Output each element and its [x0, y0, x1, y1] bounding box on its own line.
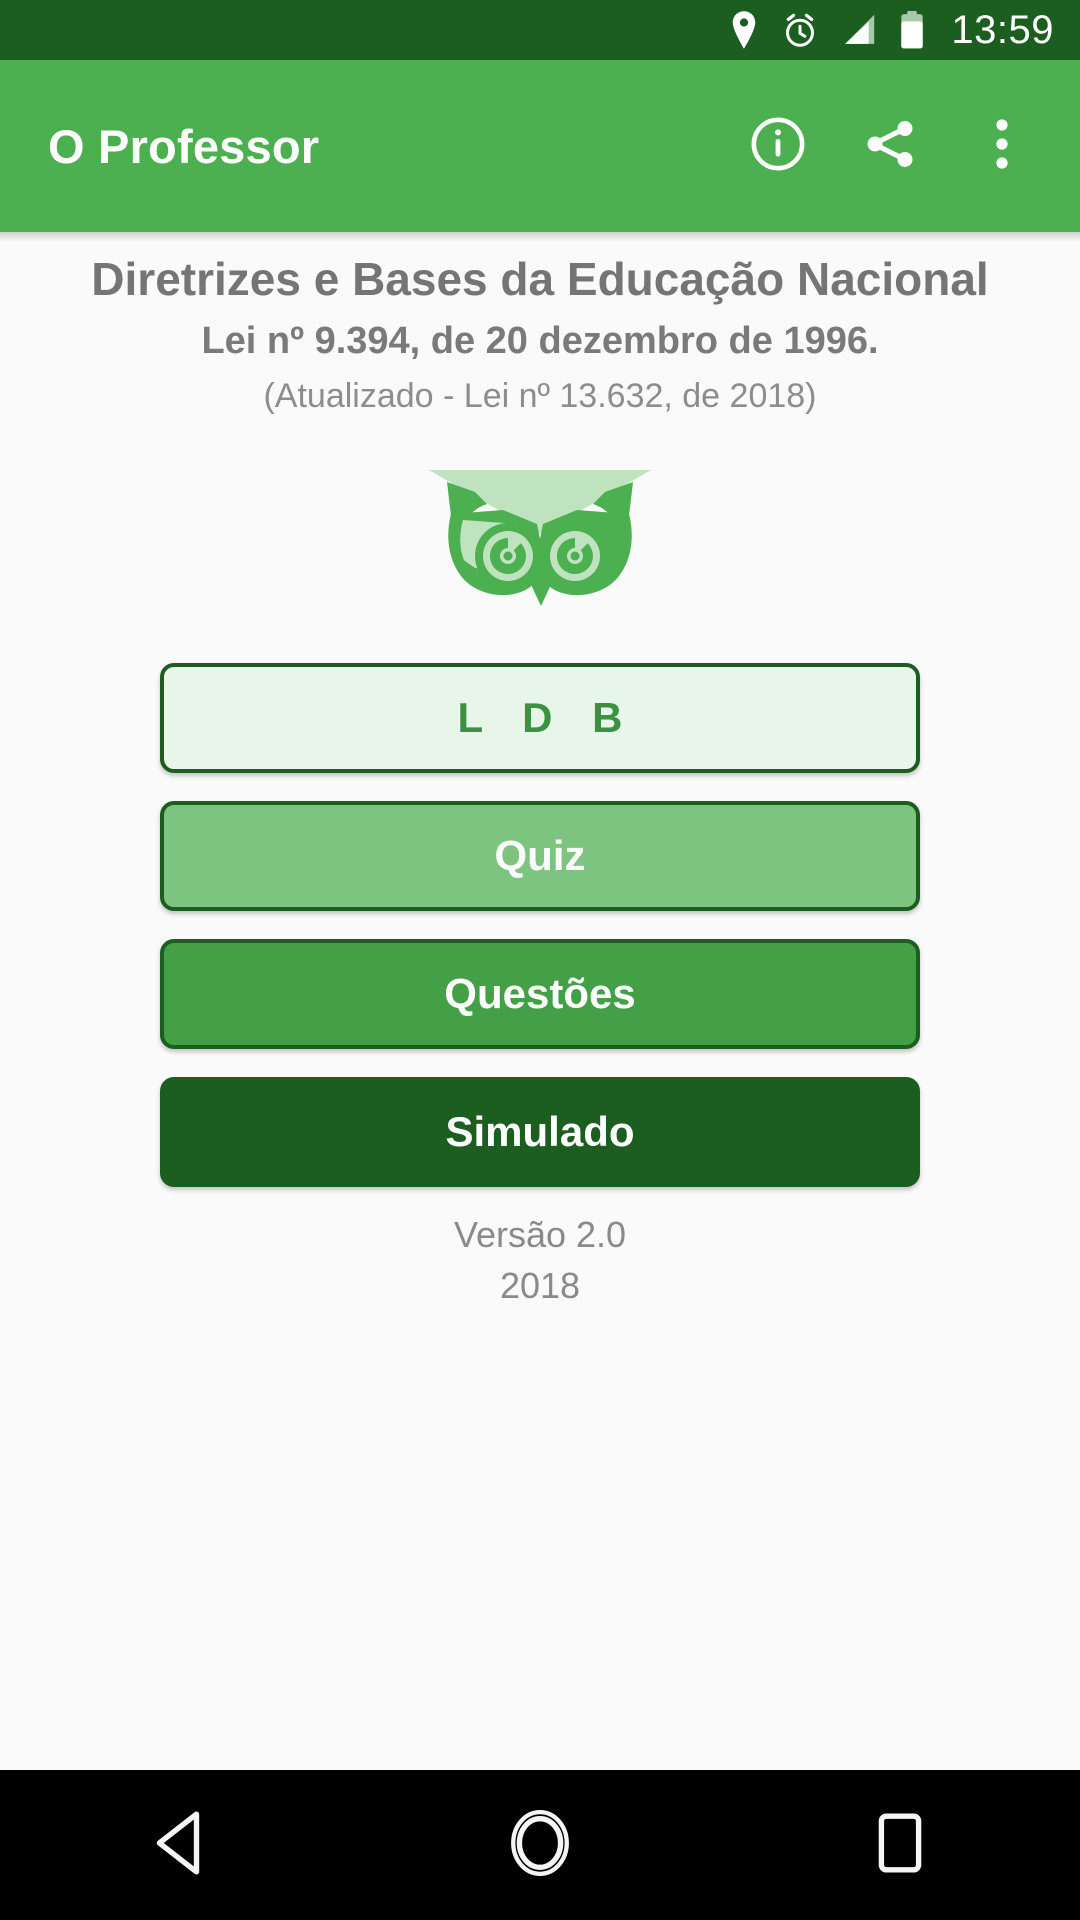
battery-icon	[899, 11, 925, 49]
questoes-button[interactable]: Questões	[160, 939, 920, 1050]
location-pin-icon	[729, 11, 759, 49]
alarm-clock-icon	[781, 11, 819, 49]
simulado-button[interactable]: Simulado	[160, 1077, 920, 1188]
status-bar: 13:59	[0, 0, 1080, 60]
back-button[interactable]	[90, 1770, 270, 1920]
back-triangle-icon	[149, 1810, 211, 1881]
cellular-signal-icon	[841, 13, 877, 47]
quiz-button[interactable]: Quiz	[160, 801, 920, 912]
recents-square-icon	[875, 1812, 925, 1879]
overflow-menu-button[interactable]	[954, 98, 1050, 194]
version-label: Versão 2.0	[453, 1214, 627, 1256]
home-circle-icon	[507, 1808, 573, 1883]
ldb-button[interactable]: L D B	[160, 663, 920, 774]
share-icon	[861, 115, 919, 178]
law-title: Diretrizes e Bases da Educação Nacional	[91, 253, 989, 305]
overflow-menu-icon	[977, 115, 1027, 178]
recents-button[interactable]	[810, 1770, 990, 1920]
share-button[interactable]	[842, 98, 938, 194]
info-icon	[749, 115, 807, 178]
android-navigation-bar	[0, 1770, 1080, 1920]
main-content: Diretrizes e Bases da Educação Nacional …	[0, 232, 1080, 1770]
app-screen: 13:59 O Professor Diretrizes e Bases da …	[0, 0, 1080, 1920]
app-title: O Professor	[48, 119, 320, 173]
menu-button-stack: L D B Quiz Questões Simulado	[160, 663, 920, 1188]
home-button[interactable]	[450, 1770, 630, 1920]
law-update-note: (Atualizado - Lei nº 13.632, de 2018)	[263, 377, 817, 416]
info-button[interactable]	[730, 98, 826, 194]
year-label: 2018	[499, 1265, 581, 1307]
app-bar: O Professor	[0, 60, 1080, 232]
law-number: Lei nº 9.394, de 20 dezembro de 1996.	[201, 319, 879, 362]
owl-logo	[429, 470, 651, 607]
status-bar-clock: 13:59	[951, 8, 1054, 52]
